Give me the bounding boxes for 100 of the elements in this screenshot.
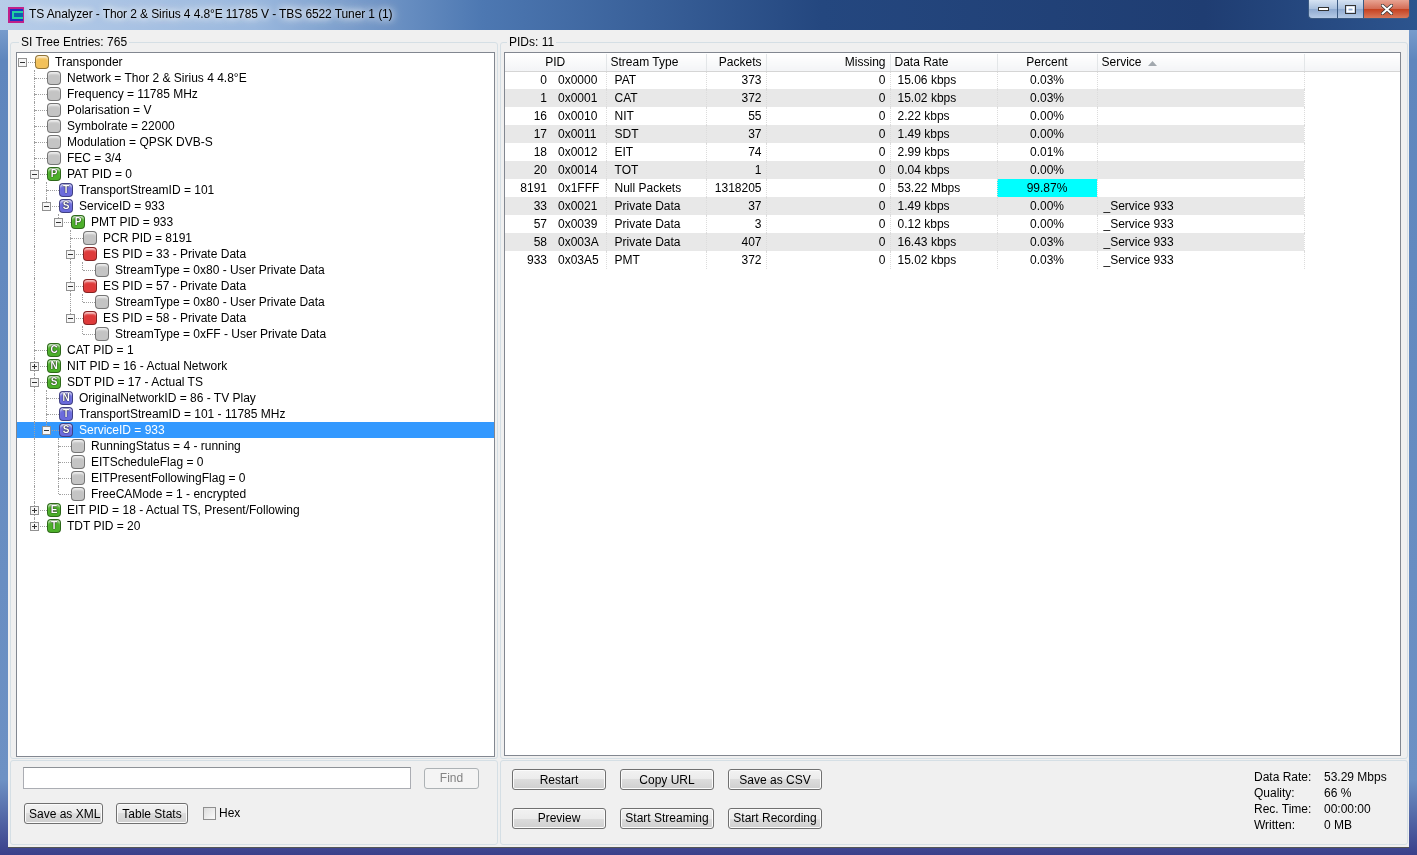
table-cell: 17 [505,125,551,143]
tree-item[interactable]: Transponder [17,54,494,70]
table-cell: 0.03% [997,89,1097,107]
collapse-toggle[interactable] [42,202,51,211]
expand-toggle[interactable] [30,362,39,371]
table-cell: SDT [606,125,706,143]
table-cell: _Service 933 [1097,251,1304,269]
button[interactable]: Table Stats [116,803,188,824]
collapse-toggle[interactable] [66,282,75,291]
collapse-toggle[interactable] [42,426,51,435]
table-cell: 0 [766,251,890,269]
tree-item[interactable]: T TDT PID = 20 [17,518,494,534]
tree-item[interactable]: Frequency = 11785 MHz [17,86,494,102]
column-header[interactable]: PID [505,54,606,71]
collapse-toggle[interactable] [66,250,75,259]
status-value: 53.29 Mbps [1324,769,1388,785]
tree-item[interactable]: T TransportStreamID = 101 [17,182,494,198]
column-header[interactable]: Service [1097,54,1304,71]
close-icon [1380,3,1393,15]
status-label: Quality: [1254,785,1296,801]
checkbox-label[interactable]: Hex [219,806,241,821]
tree-item[interactable]: ES PID = 33 - Private Data [17,246,494,262]
tree-item[interactable]: N NIT PID = 16 - Actual Network [17,358,494,374]
button[interactable]: Copy URL [620,769,714,790]
table-cell: 0 [766,161,890,179]
table-cell: 933 [505,251,551,269]
table-cell: 0.00% [997,125,1097,143]
table-cell: 33 [505,197,551,215]
table-cell: 37 [706,197,766,215]
tree-item[interactable]: StreamType = 0xFF - User Private Data [17,326,494,342]
collapse-toggle[interactable] [30,378,39,387]
table-cell: 37 [706,125,766,143]
column-header[interactable]: Data Rate [890,54,997,71]
status-value: 0 MB [1324,817,1353,833]
minimize-button[interactable] [1308,0,1337,19]
tree-item[interactable]: Modulation = QPSK DVB-S [17,134,494,150]
column-header[interactable]: Percent [997,54,1097,71]
column-header[interactable]: Missing [766,54,890,71]
table-cell: 0x0014 [551,161,606,179]
collapse-toggle[interactable] [54,218,63,227]
button[interactable]: Save as CSV [728,769,822,790]
expand-toggle[interactable] [30,522,39,531]
tree-item[interactable]: Network = Thor 2 & Sirius 4 4.8°E [17,70,494,86]
table-cell: 0x03A5 [551,251,606,269]
column-header[interactable]: Packets [706,54,766,71]
table-cell: 372 [706,251,766,269]
tree-item[interactable]: PCR PID = 8191 [17,230,494,246]
tree-item[interactable]: N OriginalNetworkID = 86 - TV Play [17,390,494,406]
collapse-toggle[interactable] [18,58,27,67]
tree-item[interactable]: P PMT PID = 933 [17,214,494,230]
tree-item[interactable]: Symbolrate = 22000 [17,118,494,134]
tree-item[interactable]: S ServiceID = 933 [17,422,494,438]
collapse-toggle[interactable] [66,314,75,323]
expand-toggle[interactable] [30,506,39,515]
tree-item[interactable]: EITPresentFollowingFlag = 0 [17,470,494,486]
tree-item[interactable]: P PAT PID = 0 [17,166,494,182]
tree-item[interactable]: S ServiceID = 933 [17,198,494,214]
tree-item[interactable]: ES PID = 58 - Private Data [17,310,494,326]
tree-item[interactable]: C CAT PID = 1 [17,342,494,358]
minimize-icon [1317,7,1329,11]
tree-item[interactable]: E EIT PID = 18 - Actual TS, Present/Following [17,502,494,518]
find-field[interactable] [23,767,411,789]
button[interactable]: Start Recording [728,807,822,829]
letter-tile-icon: T [59,407,73,421]
tree-item[interactable]: EITScheduleFlag = 0 [17,454,494,470]
table-cell: 8191 [505,179,551,197]
table-cell: 1.49 kbps [890,197,997,215]
status-label: Data Rate: [1254,769,1313,785]
button[interactable]: Preview [512,807,606,829]
table-cell: 0 [766,125,890,143]
tree-item[interactable]: FEC = 3/4 [17,150,494,166]
table-cell: TOT [606,161,706,179]
table-cell: 0 [505,71,551,89]
maximize-button[interactable] [1337,0,1363,19]
checkbox[interactable] [203,807,216,820]
letter-tile-icon: N [47,359,61,373]
table-cell: 99.87% [997,179,1097,197]
table-cell: 407 [706,233,766,251]
tree-item[interactable]: RunningStatus = 4 - running [17,438,494,454]
button[interactable]: Start Streaming [620,807,714,829]
letter-tile-icon: S [59,199,73,213]
tree-item[interactable]: S SDT PID = 17 - Actual TS [17,374,494,390]
tree-item[interactable]: StreamType = 0x80 - User Private Data [17,294,494,310]
column-header[interactable]: Stream Type [606,54,706,71]
table-cell: 0.00% [997,161,1097,179]
table-cell: 1 [706,161,766,179]
table-cell: _Service 933 [1097,197,1304,215]
table-cell: 57 [505,215,551,233]
tree-item[interactable]: FreeCAMode = 1 - encrypted [17,486,494,502]
tree-item[interactable]: Polarisation = V [17,102,494,118]
table-cell: 16 [505,107,551,125]
button[interactable]: Save as XML [24,803,103,824]
collapse-toggle[interactable] [30,170,39,179]
close-button[interactable] [1363,0,1410,19]
window-title: TS Analyzer - Thor 2 & Sirius 4 4.8°E 11785 V - TBS 6522 Tuner 1 (1) [29,6,393,23]
letter-tile-icon: T [47,519,61,533]
button[interactable]: Restart [512,769,606,790]
tree-item[interactable]: StreamType = 0x80 - User Private Data [17,262,494,278]
tree-item[interactable]: ES PID = 57 - Private Data [17,278,494,294]
letter-tile-icon: N [59,391,73,405]
